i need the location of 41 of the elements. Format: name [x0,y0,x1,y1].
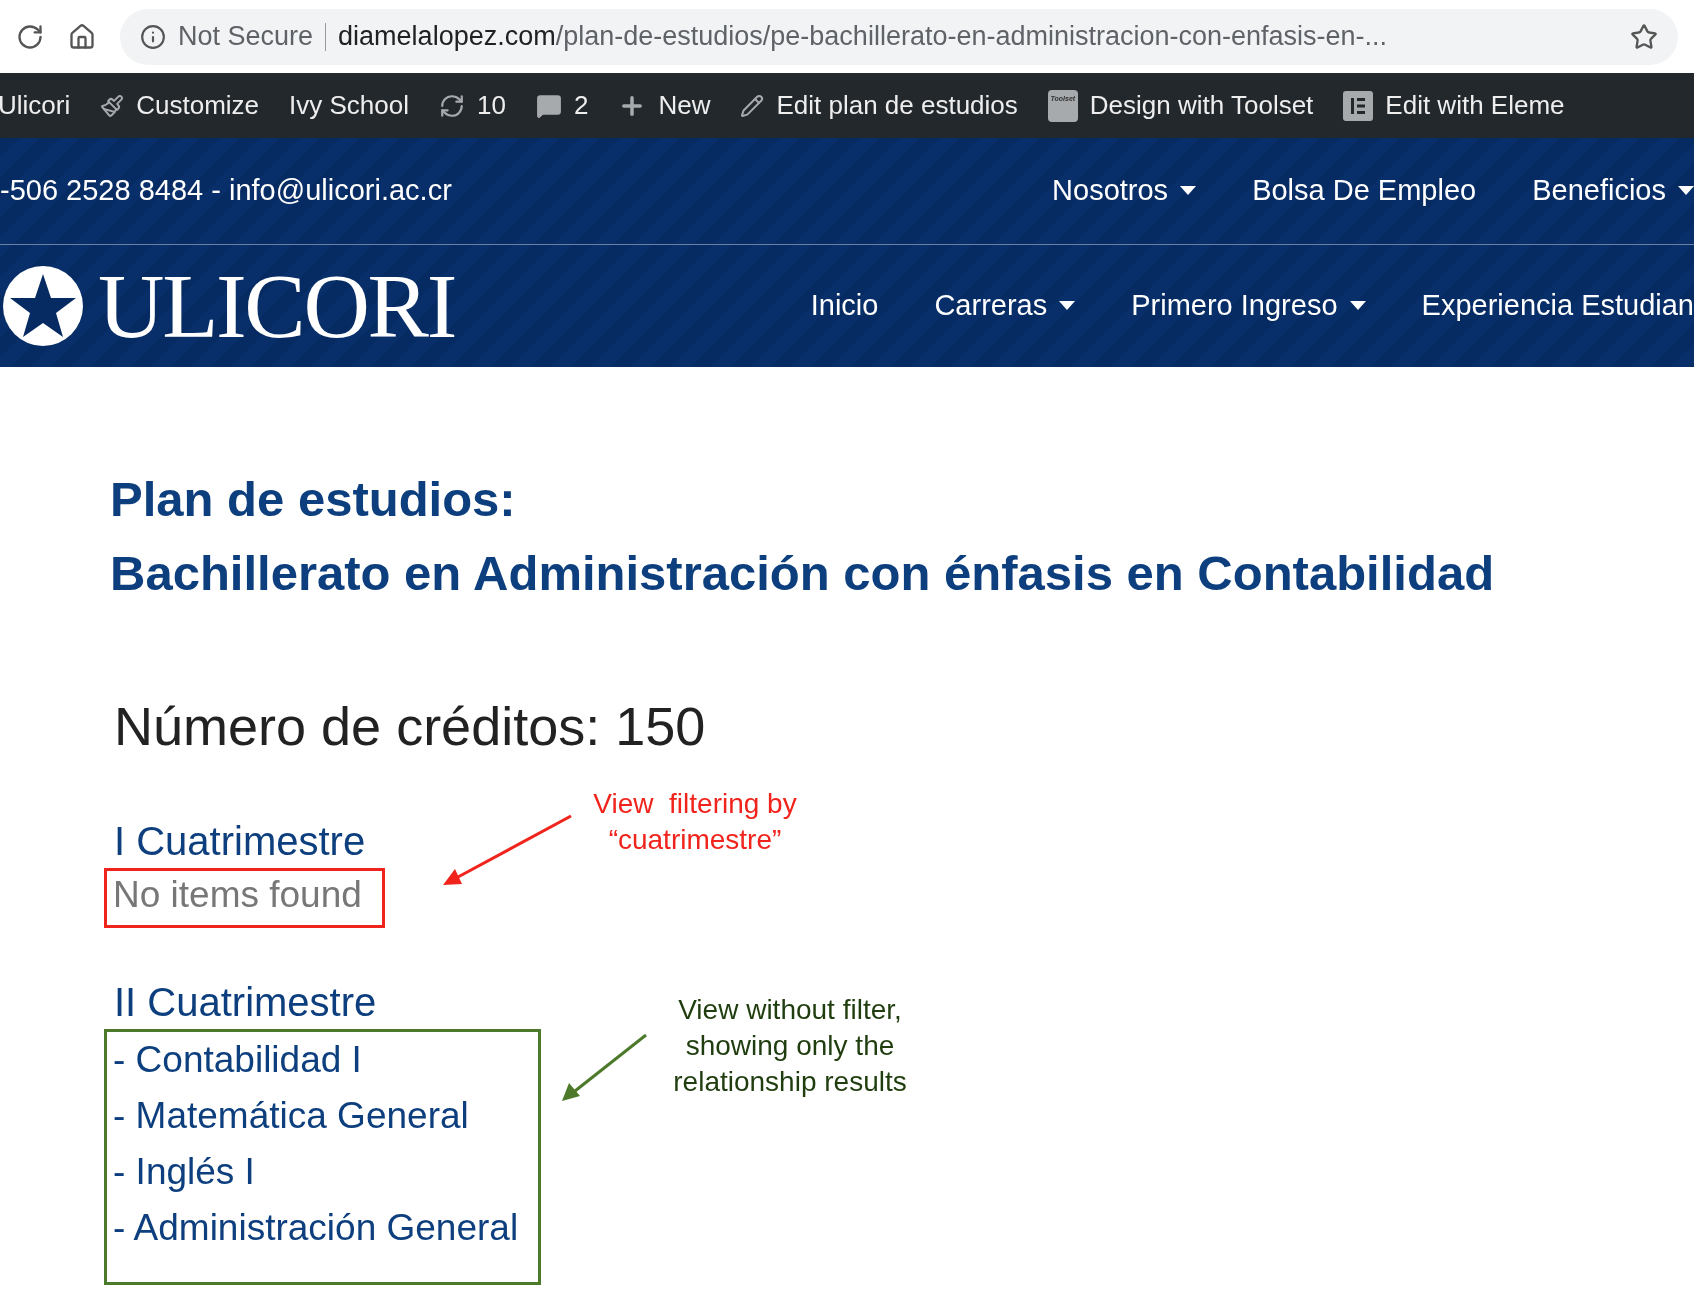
admin-bar-item[interactable]: Edit with Eleme [1343,86,1565,125]
admin-bar-item[interactable]: Edit plan de estudios [740,86,1018,125]
course-link[interactable]: - Inglés I [113,1144,255,1200]
nav-link[interactable]: Experiencia Estudian [1421,284,1694,328]
section-heading: II Cuatrimestre [114,979,377,1026]
contact-info: -506 2528 8484 - info@ulicori.ac.cr [0,173,452,209]
nav-link[interactable]: Inicio [810,284,879,328]
security-label: Not Secure [178,20,314,54]
reload-icon[interactable] [16,22,44,51]
admin-bar-item[interactable]: New [618,86,711,125]
admin-bar-item[interactable]: Ulicori [0,86,71,125]
home-icon[interactable] [68,22,96,51]
admin-bar-item[interactable]: 10 [439,86,506,125]
pencil-icon [740,93,765,118]
bookmark-star-icon[interactable] [1630,22,1658,51]
course-link[interactable]: - Matemática General [113,1088,469,1144]
nav-link[interactable]: Carreras [934,284,1076,328]
admin-bar-item[interactable]: 2 [535,86,589,125]
admin-bar-item[interactable]: Ivy School [289,86,409,125]
annotation-note: View without filter, showing only the relationship results [672,993,908,1099]
section-heading: I Cuatrimestre [114,818,366,865]
site-logo[interactable]: ULICORI [0,260,455,352]
annotation-note: View filtering by “cuatrimestre” [592,787,798,857]
refresh-icon [439,92,465,119]
star-emblem-icon [0,264,86,348]
credits-heading: Número de créditos: 150 [114,695,707,758]
speech-bubble-icon [535,92,562,119]
course-link[interactable]: - Contabilidad I [113,1032,362,1088]
page-title: Plan de estudios: Bachillerato en Administración con énfasis en Contabilidad [110,471,1496,602]
admin-bar-item[interactable]: Customize [100,86,260,125]
top-menu-link[interactable]: Nosotros [1052,169,1197,213]
top-menu-link[interactable]: Beneficios [1532,169,1694,213]
elementor-icon [1343,90,1374,121]
empty-message: No items found [113,873,362,917]
url-text: diamelalopez.com/plan-de-estudios/pe-bachillerato-en-administracion-con-enfasis-en-... [338,20,1389,54]
top-menu-link[interactable]: Bolsa De Empleo [1252,169,1477,213]
paintbrush-icon [100,93,125,118]
course-link[interactable]: - Administración General [113,1200,519,1256]
address-bar[interactable]: Not Secure diamelalopez.com/plan-de-estudios/pe-bachillerato-en-administracion-con-enfasis-en-... [120,8,1678,65]
info-icon [140,23,166,50]
nav-link[interactable]: Primero Ingreso [1131,284,1366,328]
